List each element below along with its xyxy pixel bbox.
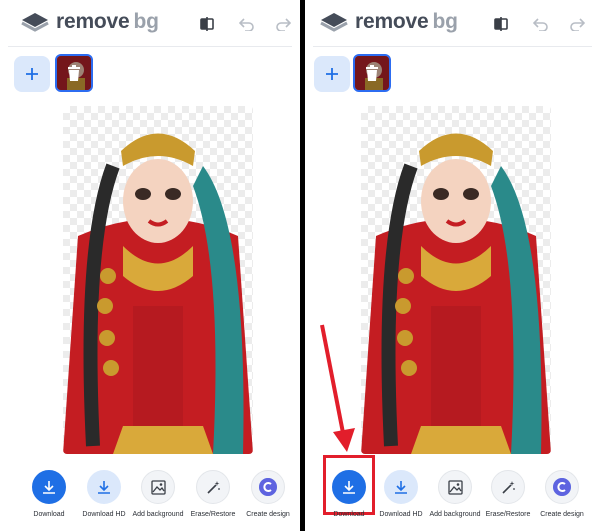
editor-panel-right: remove bg Download Download HD Add backg… bbox=[305, 0, 600, 531]
download-button[interactable]: Download bbox=[19, 470, 79, 518]
download-hd-label: Download HD bbox=[379, 511, 423, 518]
redo-icon bbox=[276, 18, 291, 31]
erase-restore-button[interactable]: Erase/Restore bbox=[478, 470, 538, 518]
header-divider bbox=[8, 46, 292, 47]
redo-button[interactable] bbox=[272, 13, 294, 35]
download-icon bbox=[343, 481, 355, 494]
add-background-button[interactable]: Add background bbox=[128, 470, 188, 518]
logo-word-remove: remove bbox=[56, 10, 130, 33]
create-design-button[interactable]: Create design bbox=[532, 470, 592, 518]
download-label: Download bbox=[333, 511, 365, 518]
action-toolbar: Download Download HD Add background Eras… bbox=[305, 470, 600, 526]
trash-icon bbox=[68, 65, 80, 81]
cutout-figure-image bbox=[63, 133, 253, 454]
app-header: remove bg bbox=[0, 0, 300, 46]
arrow-pointer bbox=[320, 324, 355, 452]
erase-restore-button[interactable]: Erase/Restore bbox=[183, 470, 243, 518]
undo-button[interactable] bbox=[236, 13, 258, 35]
undo-icon bbox=[239, 18, 254, 31]
create-design-button[interactable]: Create design bbox=[238, 470, 298, 518]
canva-icon bbox=[259, 478, 277, 496]
action-toolbar: Download Download HD Add background Eras… bbox=[0, 470, 300, 526]
download-hd-icon bbox=[98, 481, 110, 494]
add-background-label: Add background bbox=[132, 511, 184, 518]
add-image-button[interactable] bbox=[14, 56, 50, 92]
editor-panel-left: remove bg Download Download HD Add backg… bbox=[0, 0, 300, 531]
erase-restore-label: Erase/Restore bbox=[190, 511, 236, 518]
image-thumbnail[interactable] bbox=[55, 54, 93, 92]
download-hd-button[interactable]: Download HD bbox=[371, 470, 431, 518]
image-icon bbox=[447, 479, 463, 495]
download-label: Download bbox=[33, 511, 65, 518]
image-icon bbox=[150, 479, 166, 495]
magic-wand-icon bbox=[206, 480, 220, 494]
download-hd-label: Download HD bbox=[82, 511, 126, 518]
removebg-logo[interactable]: remove bg bbox=[20, 10, 159, 34]
plus-icon bbox=[26, 68, 38, 80]
compare-button[interactable] bbox=[196, 13, 218, 35]
canva-icon bbox=[553, 478, 571, 496]
delete-image-button[interactable] bbox=[57, 56, 91, 90]
download-hd-icon bbox=[395, 481, 407, 494]
download-hd-button[interactable]: Download HD bbox=[74, 470, 134, 518]
download-icon bbox=[43, 481, 55, 494]
add-background-label: Add background bbox=[429, 511, 481, 518]
download-button[interactable]: Download bbox=[319, 470, 379, 518]
magic-wand-icon bbox=[501, 480, 515, 494]
add-background-button[interactable]: Add background bbox=[425, 470, 485, 518]
erase-restore-label: Erase/Restore bbox=[485, 511, 531, 518]
create-design-label: Create design bbox=[246, 511, 290, 518]
compare-icon bbox=[200, 17, 214, 31]
create-design-label: Create design bbox=[540, 511, 584, 518]
result-image-canvas[interactable] bbox=[63, 106, 253, 454]
logo-word-bg: bg bbox=[133, 10, 159, 33]
logo-layers-icon bbox=[20, 11, 50, 33]
